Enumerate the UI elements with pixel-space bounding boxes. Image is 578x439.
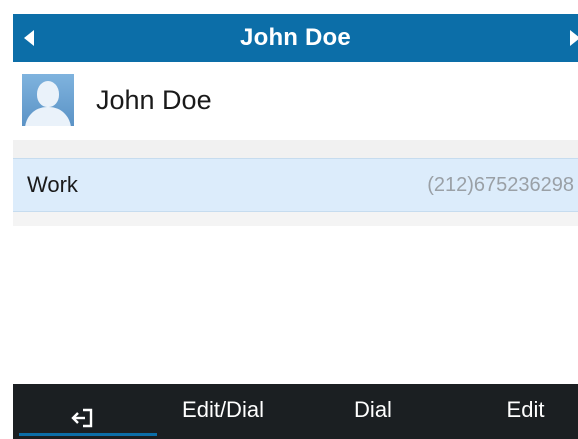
avatar-body (25, 107, 71, 126)
dial-button[interactable]: Dial (313, 384, 433, 436)
person-avatar-icon (22, 74, 74, 126)
phone-number: (212)675236298 (427, 174, 574, 196)
page-title: John Doe (240, 24, 351, 51)
exit-icon (71, 397, 95, 428)
screen-left-margin (0, 0, 13, 439)
contact-header: John Doe (13, 62, 578, 140)
list-divider (13, 212, 578, 226)
avatar-head (37, 81, 59, 107)
number-row-work[interactable]: Work (212)675236298 (13, 158, 578, 212)
title-bar: John Doe (13, 14, 578, 62)
number-type-label: Work (27, 172, 78, 197)
edit-button[interactable]: Edit (473, 384, 578, 436)
selected-softkey-indicator (19, 433, 157, 436)
phone-screen: John Doe John Doe Work (212)675236298 Ed… (0, 0, 578, 439)
edit-dial-button[interactable]: Edit/Dial (153, 384, 293, 436)
arrow-right-icon[interactable] (570, 30, 578, 46)
section-divider (13, 140, 578, 158)
softkey-bar: Edit/Dial Dial Edit (13, 384, 578, 439)
contact-name: John Doe (96, 85, 212, 115)
back-softkey[interactable] (13, 384, 157, 436)
